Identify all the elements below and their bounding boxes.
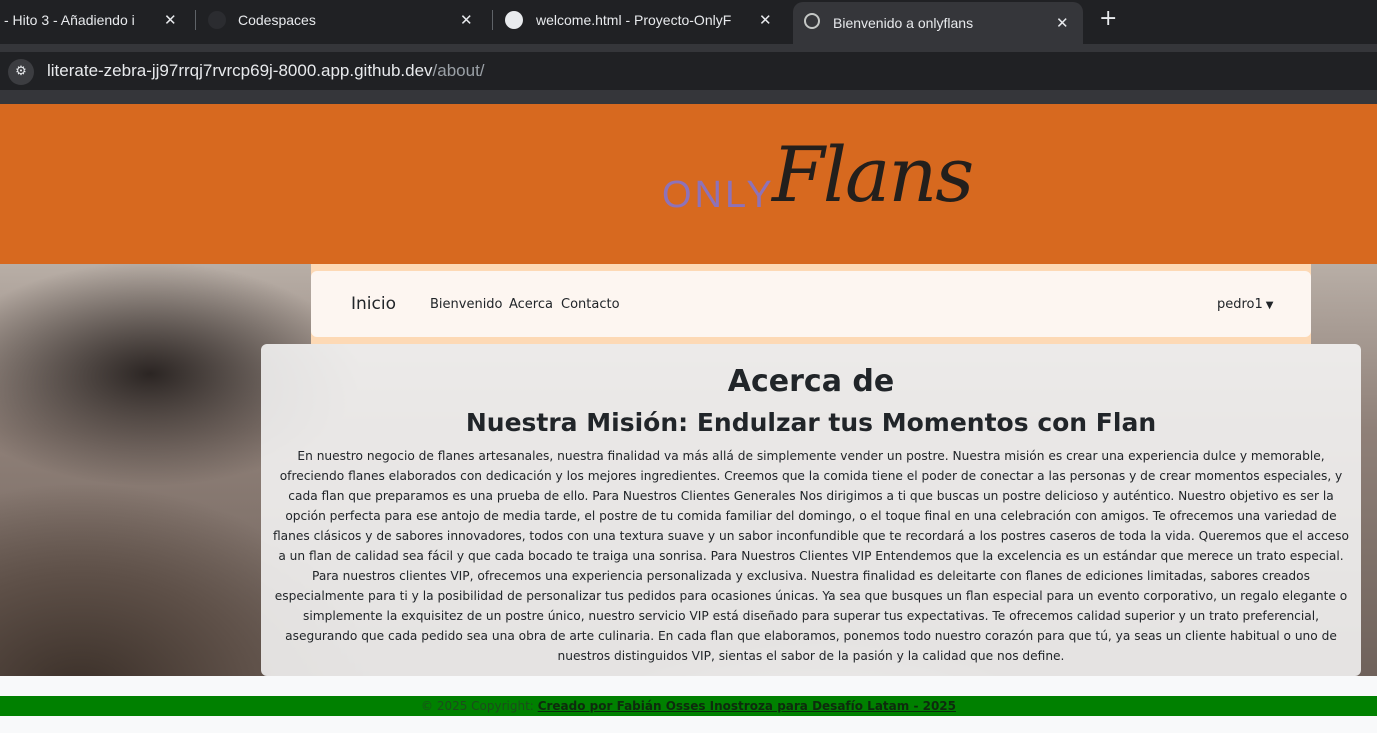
onlyflans-logo: ONLY Flans [660, 130, 980, 230]
close-icon[interactable]: ✕ [1056, 14, 1069, 32]
footer-credit-link[interactable]: Creado por Fabián Osses Inostroza para D… [538, 699, 956, 713]
nav-link-bienvenido[interactable]: Bienvenido [430, 297, 503, 312]
close-icon[interactable]: ✕ [759, 11, 772, 29]
logo-flans-text: Flans [772, 130, 974, 219]
browser-tab-onlyflans[interactable]: Bienvenido a onlyflans ✕ [793, 2, 1083, 44]
user-dropdown[interactable]: pedro1 ▼ [1217, 297, 1274, 312]
footer: © 2025 Copyright: Creado por Fabián Osse… [0, 696, 1377, 716]
address-bar[interactable]: ⚙ literate-zebra-jj97rrqj7rvrcp69j-8000.… [0, 52, 1377, 90]
close-icon[interactable]: ✕ [164, 11, 177, 29]
browser-toolbar: ⚙ literate-zebra-jj97rrqj7rvrcp69j-8000.… [0, 44, 1377, 104]
tab-separator [195, 10, 196, 30]
browser-tab-bar: - Hito 3 - Añadiendo i ✕ Codespaces ✕ we… [0, 0, 1377, 44]
new-tab-button[interactable]: + [1099, 6, 1117, 31]
github-icon [208, 11, 226, 29]
close-icon[interactable]: ✕ [460, 11, 473, 29]
tab-title: - Hito 3 - Añadiendo i [4, 12, 135, 28]
nav-link-contacto[interactable]: Contacto [561, 297, 620, 312]
github-icon [505, 11, 523, 29]
page-title: Acerca de [727, 364, 895, 399]
mission-heading: Nuestra Misión: Endulzar tus Momentos co… [465, 408, 1157, 437]
browser-tab-hito3[interactable]: - Hito 3 - Añadiendo i ✕ [0, 0, 190, 40]
browser-tab-codespaces[interactable]: Codespaces ✕ [200, 0, 490, 40]
tab-title: welcome.html - Proyecto-OnlyF [536, 12, 732, 28]
browser-tab-welcome-html[interactable]: welcome.html - Proyecto-OnlyF ✕ [497, 0, 787, 40]
user-name: pedro1 [1217, 297, 1263, 312]
navbar: Inicio Bienvenido Acerca Contacto pedro1… [311, 264, 1311, 344]
url-host: literate-zebra-jj97rrqj7rvrcp69j-8000.ap… [47, 61, 433, 80]
url-text: literate-zebra-jj97rrqj7rvrcp69j-8000.ap… [47, 61, 485, 81]
nav-brand-inicio[interactable]: Inicio [351, 294, 396, 314]
tab-title: Codespaces [238, 12, 316, 28]
about-card: Acerca de Nuestra Misión: Endulzar tus M… [261, 344, 1361, 676]
tab-title: Bienvenido a onlyflans [833, 15, 974, 31]
footer-copyright: © 2025 Copyright: [421, 699, 534, 713]
navbar-inner: Inicio Bienvenido Acerca Contacto pedro1… [311, 271, 1311, 337]
url-path: /about/ [432, 61, 485, 80]
caret-down-icon: ▼ [1265, 300, 1274, 311]
nav-link-acerca[interactable]: Acerca [509, 297, 553, 312]
tab-separator [492, 10, 493, 30]
mission-text: En nuestro negocio de flanes artesanales… [273, 449, 1349, 663]
logo-only-text: ONLY [662, 174, 775, 216]
site-info-icon[interactable]: ⚙ [8, 59, 34, 85]
globe-icon [804, 13, 820, 29]
